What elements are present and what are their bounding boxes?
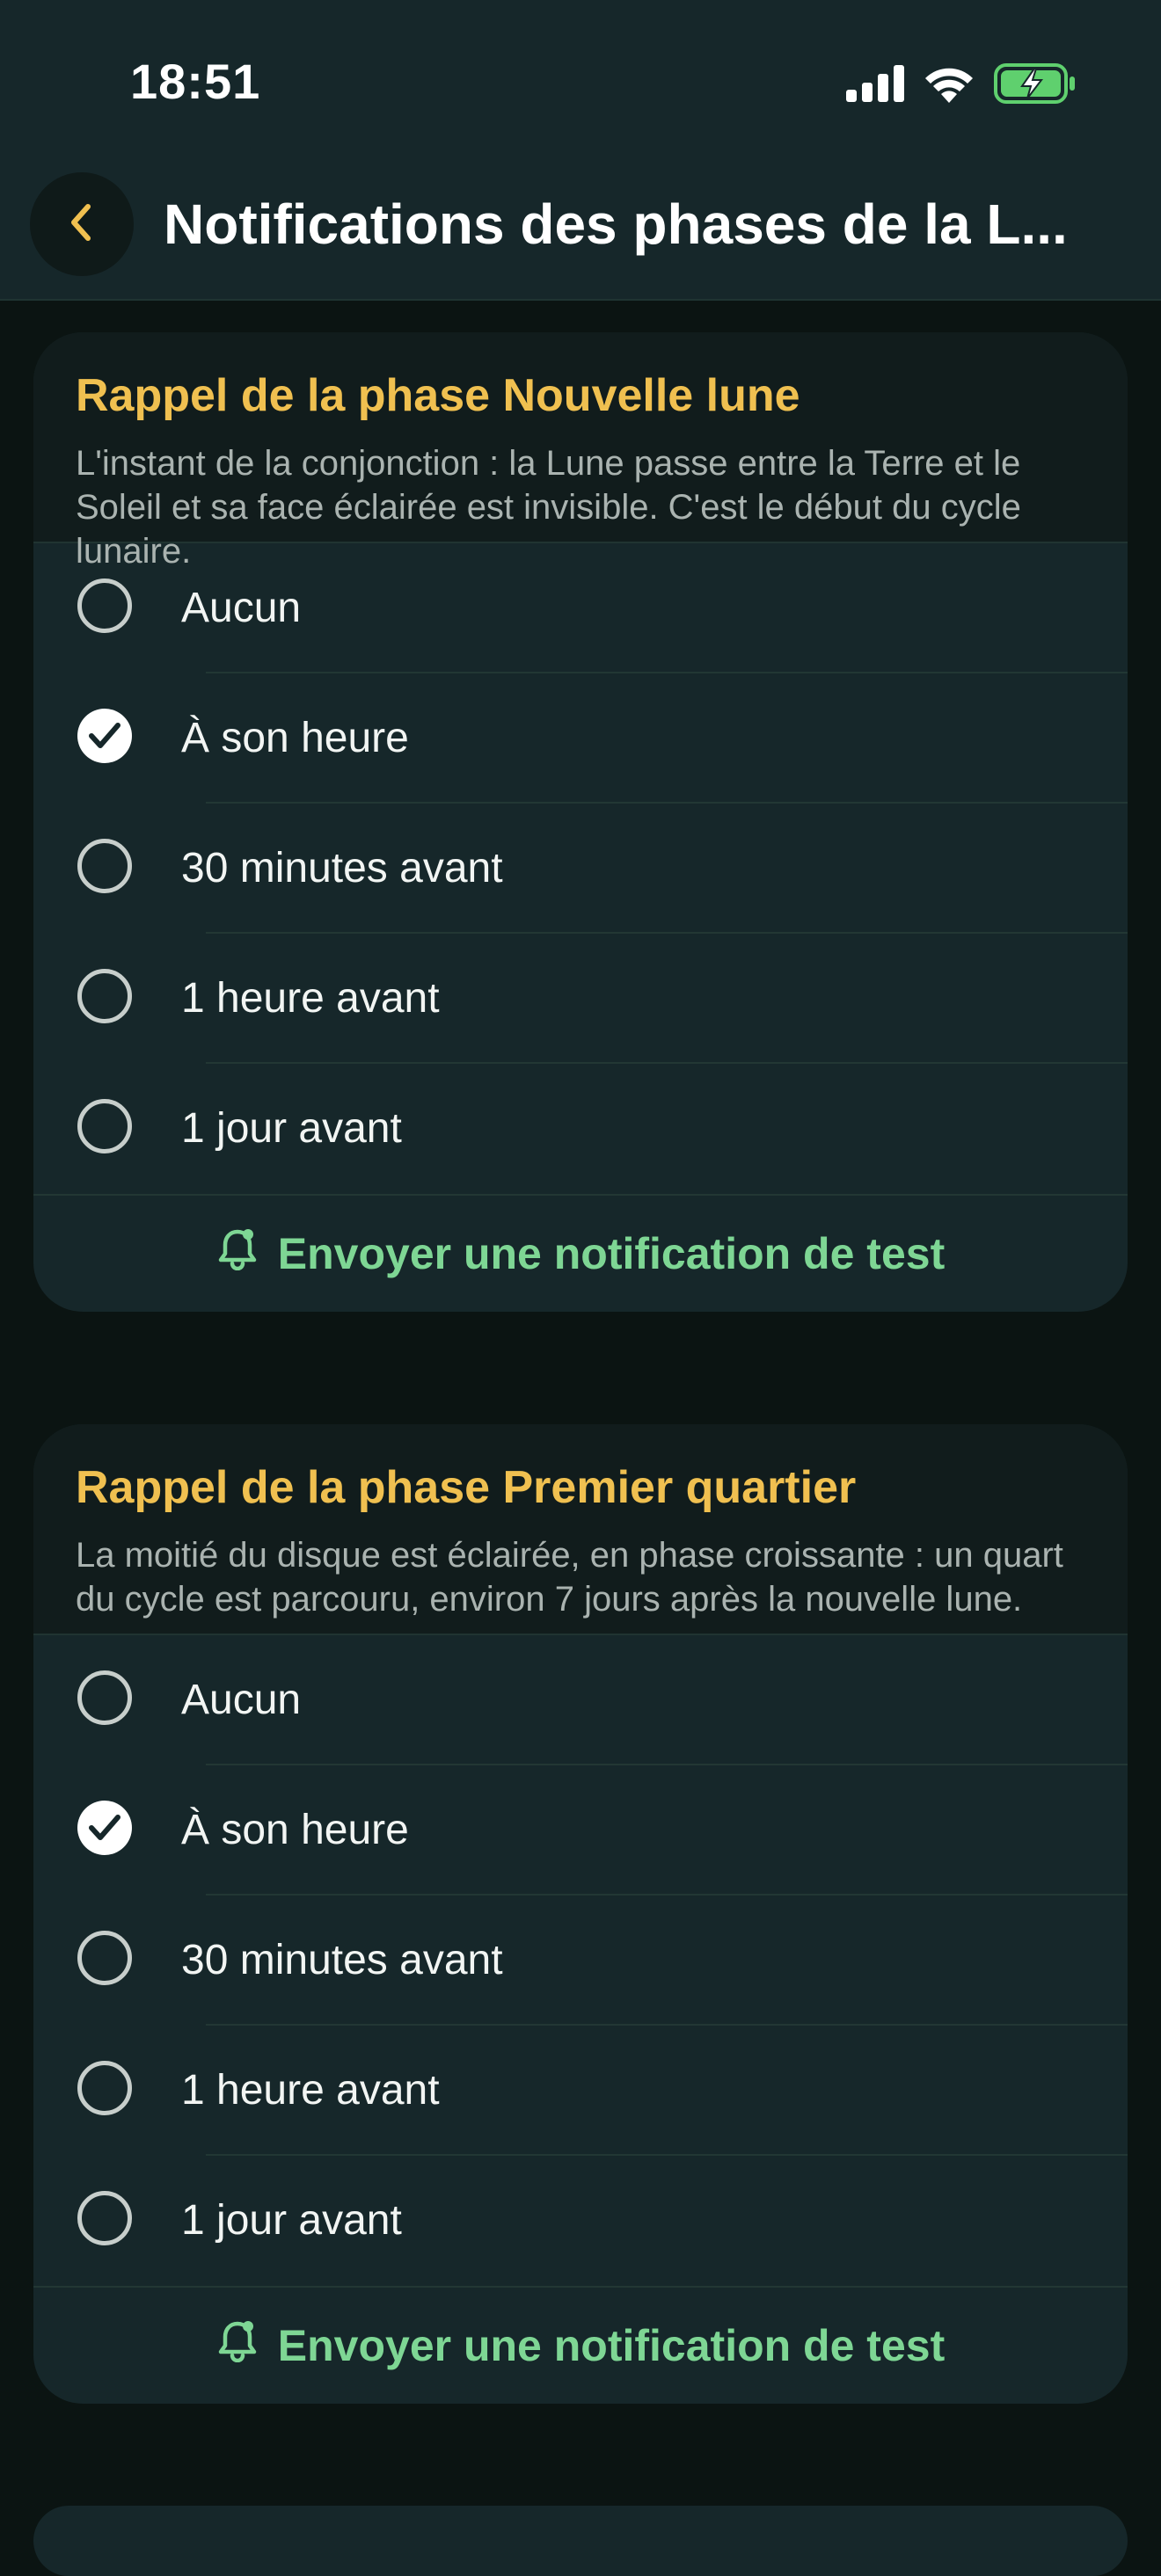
option-30-min[interactable]: 30 minutes avant (33, 804, 1128, 934)
option-label: 30 minutes avant (181, 845, 503, 891)
back-button[interactable] (30, 172, 134, 276)
option-on-time[interactable]: À son heure (33, 673, 1128, 804)
radio-unchecked-icon (77, 1099, 132, 1153)
wifi-icon (924, 64, 975, 107)
status-icons (846, 63, 1077, 108)
radio-checked-icon (77, 709, 132, 763)
radio-unchecked-icon (77, 969, 132, 1023)
option-label: À son heure (181, 715, 409, 761)
nav-header: Notifications des phases de la L... (0, 167, 1161, 281)
bell-icon (216, 1226, 259, 1281)
option-1-day[interactable]: 1 jour avant (33, 1064, 1128, 1194)
option-on-time[interactable]: À son heure (33, 1765, 1128, 1896)
option-1-hour[interactable]: 1 heure avant (33, 2026, 1128, 2156)
card-description: La moitié du disque est éclairée, en pha… (76, 1536, 1063, 1619)
radio-unchecked-icon (77, 1931, 132, 1985)
radio-checked-icon (77, 1801, 132, 1855)
option-1-day[interactable]: 1 jour avant (33, 2156, 1128, 2286)
option-label: 1 jour avant (181, 1105, 402, 1152)
option-label: 1 heure avant (181, 2067, 440, 2114)
radio-unchecked-icon (77, 1670, 132, 1725)
card-header: Rappel de la phase Premier quartier La m… (33, 1424, 1128, 1635)
option-none[interactable]: Aucun (33, 1635, 1128, 1765)
reminder-card-first-quarter: Rappel de la phase Premier quartier La m… (33, 1424, 1128, 2404)
option-label: À son heure (181, 1807, 409, 1853)
option-label: 1 heure avant (181, 975, 440, 1022)
test-button-label: Envoyer une notification de test (277, 2321, 946, 2370)
test-button-label: Envoyer une notification de test (277, 1229, 946, 1278)
radio-unchecked-icon (77, 2191, 132, 2245)
page-title: Notifications des phases de la L... (164, 193, 1068, 256)
cellular-signal-icon (846, 65, 904, 106)
reminder-card-new-moon: Rappel de la phase Nouvelle lune L'insta… (33, 332, 1128, 1312)
battery-charging-icon (994, 63, 1077, 108)
option-30-min[interactable]: 30 minutes avant (33, 1896, 1128, 2026)
status-time: 18:51 (130, 54, 261, 109)
send-test-notification-button[interactable]: Envoyer une notification de test (33, 2286, 1128, 2404)
radio-unchecked-icon (77, 579, 132, 633)
status-bar: 18:51 (0, 0, 1161, 167)
card-header: Rappel de la phase Nouvelle lune L'insta… (33, 332, 1128, 571)
top-bar: 18:51 Notifications des phases de la L..… (0, 0, 1161, 301)
radio-unchecked-icon (77, 839, 132, 893)
chevron-left-icon (64, 201, 99, 248)
next-card-partial (33, 2506, 1128, 2576)
radio-unchecked-icon (77, 2061, 132, 2115)
option-label: Aucun (181, 1677, 302, 1723)
option-label: Aucun (181, 585, 302, 631)
bell-icon (216, 2318, 259, 2373)
option-none[interactable]: Aucun (33, 543, 1128, 673)
option-label: 1 jour avant (181, 2197, 402, 2244)
card-title: Rappel de la phase Nouvelle lune (76, 370, 800, 421)
card-title: Rappel de la phase Premier quartier (76, 1462, 857, 1513)
option-label: 30 minutes avant (181, 1937, 503, 1983)
option-1-hour[interactable]: 1 heure avant (33, 934, 1128, 1064)
send-test-notification-button[interactable]: Envoyer une notification de test (33, 1194, 1128, 1312)
